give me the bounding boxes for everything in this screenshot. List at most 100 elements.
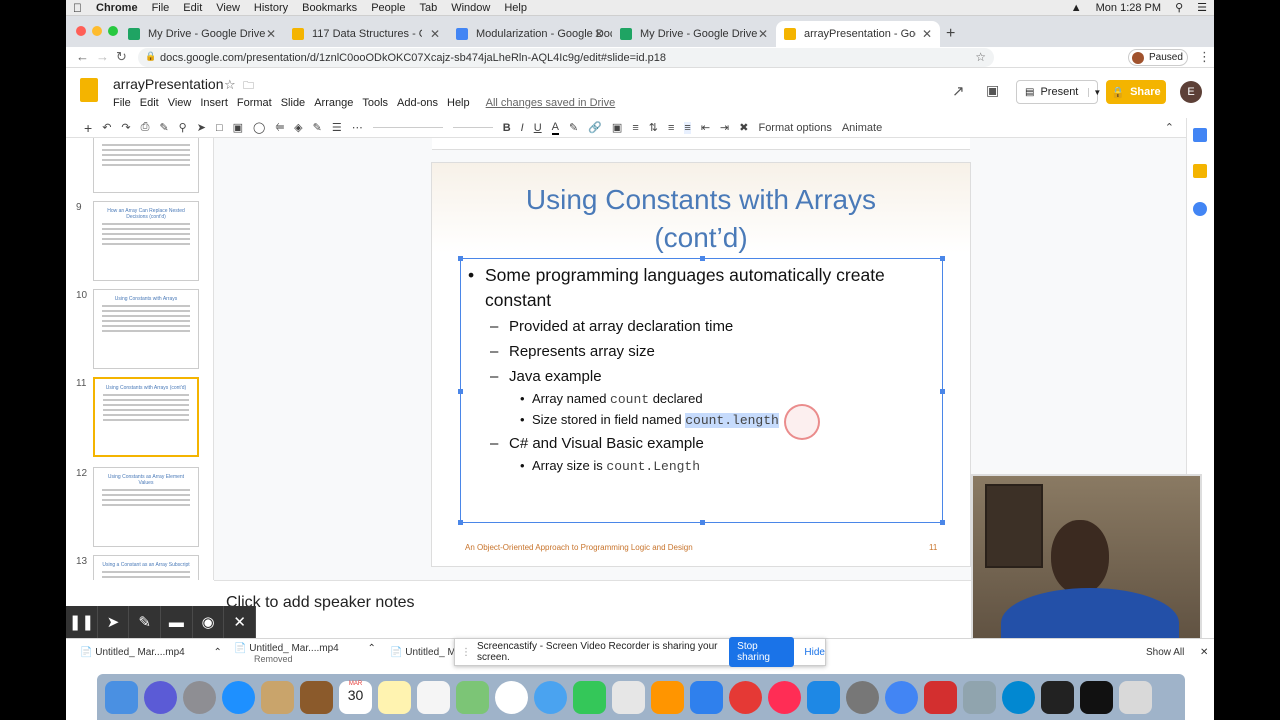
docs-menu-arrange[interactable]: Arrange — [314, 97, 353, 109]
calendar-icon[interactable]: MAR 30 — [339, 680, 372, 714]
resize-handle[interactable] — [940, 256, 945, 261]
border-color-icon[interactable]: ✎ — [313, 121, 322, 134]
resize-handle[interactable] — [940, 389, 945, 394]
insert-comment-icon[interactable]: ▣ — [612, 121, 622, 134]
close-tab-icon[interactable]: ✕ — [594, 27, 604, 41]
numbered-list-icon[interactable]: ≡ — [668, 122, 674, 134]
back-icon[interactable]: ← — [76, 49, 89, 64]
photo-app-icon[interactable] — [261, 680, 294, 714]
text-color-icon[interactable]: A — [551, 121, 559, 135]
close-tab-icon[interactable]: ✕ — [758, 27, 768, 41]
download-item[interactable]: 📄 Untitled_ Mar....mp4 ⌃ Removed — [234, 643, 376, 664]
move-folder-icon[interactable]: 🗀 — [243, 77, 254, 96]
menu-bookmarks[interactable]: Bookmarks — [302, 2, 357, 14]
bookmark-star-icon[interactable]: ☆ — [975, 50, 986, 64]
new-slide-icon[interactable]: + — [84, 120, 92, 136]
siri-icon[interactable] — [144, 680, 177, 714]
star-icon[interactable]: ☆ — [224, 77, 236, 93]
address-bar[interactable]: 🔒 docs.google.com/presentation/d/1znlC0o… — [138, 48, 994, 67]
docs-menu-file[interactable]: File — [113, 97, 131, 109]
browser-tab[interactable]: Modularization - Google Docs ✕ — [448, 21, 612, 47]
browser-tab[interactable]: My Drive - Google Drive ✕ — [120, 21, 284, 47]
docs-menu-view[interactable]: View — [168, 97, 192, 109]
eraser-icon[interactable]: ▬ — [161, 606, 193, 638]
line-icon[interactable]: ⥢ — [275, 121, 284, 134]
bulleted-list-icon[interactable]: ≡ — [684, 121, 691, 134]
window-minimize-dot[interactable] — [92, 26, 102, 36]
slide-thumbnail[interactable]: Using Constants as Array Element Values — [93, 467, 199, 547]
pause-icon[interactable]: ❚❚ — [66, 606, 98, 638]
chevron-up-icon[interactable]: ⌃ — [214, 647, 222, 658]
select-cursor-icon[interactable]: ➤ — [197, 121, 206, 134]
increase-indent-icon[interactable]: ⇥ — [720, 121, 729, 134]
save-status[interactable]: All changes saved in Drive — [486, 97, 616, 109]
notes-icon[interactable] — [378, 680, 411, 714]
cursor-tool-icon[interactable]: ➤ — [98, 606, 130, 638]
resize-handle[interactable] — [700, 520, 705, 525]
decrease-indent-icon[interactable]: ⇤ — [701, 121, 710, 134]
browser-tab[interactable]: 117 Data Structures - Google S ✕ — [284, 21, 448, 47]
download-item[interactable]: 📄 Untitled_ M — [390, 647, 456, 658]
spotlight-search-icon[interactable]: ⚲ — [1175, 1, 1183, 14]
slide-thumbnail[interactable]: Using Constants with Arrays — [93, 289, 199, 369]
bold-icon[interactable]: B — [503, 122, 511, 134]
menu-history[interactable]: History — [254, 2, 288, 14]
slide-thumbnail[interactable] — [93, 138, 199, 193]
docs-menu-slide[interactable]: Slide — [281, 97, 305, 109]
menu-help[interactable]: Help — [504, 2, 527, 14]
align-icon[interactable]: ≡ — [632, 122, 638, 134]
close-icon[interactable]: ✕ — [224, 606, 257, 638]
app-store-icon[interactable] — [807, 680, 840, 714]
underline-icon[interactable]: U — [534, 122, 542, 134]
italic-icon[interactable]: I — [521, 122, 524, 134]
activity-trend-icon[interactable]: ↗ — [952, 82, 965, 100]
close-tab-icon[interactable]: ✕ — [430, 27, 440, 41]
format-options-button[interactable]: Format options — [758, 122, 831, 134]
profile-paused-button[interactable]: Paused — [1128, 49, 1188, 66]
menu-window[interactable]: Window — [451, 2, 490, 14]
border-dash-icon[interactable]: ⋯ — [352, 121, 363, 134]
border-weight-icon[interactable]: ☰ — [332, 121, 342, 134]
launchpad-icon[interactable] — [183, 680, 216, 714]
slide-thumbnail-selected[interactable]: Using Constants with Arrays (cont'd) — [93, 377, 199, 457]
quicktime-icon[interactable] — [1002, 680, 1035, 714]
animate-button[interactable]: Animate — [842, 122, 882, 134]
messages-icon[interactable] — [534, 680, 567, 714]
zoom-icon[interactable]: ⚲ — [179, 121, 187, 134]
font-size-select[interactable] — [452, 127, 493, 128]
image-icon[interactable]: ▣ — [233, 121, 243, 134]
app-name[interactable]: Chrome — [96, 2, 138, 14]
docs-menu-addons[interactable]: Add-ons — [397, 97, 438, 109]
apple-icon[interactable]:  — [73, 1, 82, 15]
share-button[interactable]: 🔒 Share — [1106, 80, 1166, 104]
menu-view[interactable]: View — [216, 2, 240, 14]
keep-icon[interactable] — [1193, 164, 1207, 178]
maps-icon[interactable] — [456, 680, 489, 714]
undo-icon[interactable]: ↶ — [102, 121, 111, 134]
present-dropdown-icon[interactable]: ▼ — [1088, 87, 1101, 97]
tasks-icon[interactable] — [1193, 202, 1207, 216]
resize-handle[interactable] — [458, 520, 463, 525]
safari-icon[interactable] — [222, 680, 255, 714]
browser-tab[interactable]: My Drive - Google Drive ✕ — [612, 21, 776, 47]
redo-icon[interactable]: ↷ — [121, 121, 130, 134]
print-icon[interactable]: ⎙ — [141, 121, 150, 134]
comments-icon[interactable]: ▣ — [986, 82, 999, 99]
link-icon[interactable]: 🔗 — [588, 121, 602, 134]
font-family-select[interactable] — [372, 127, 443, 128]
hide-button[interactable]: Hide — [804, 647, 825, 658]
reminders-icon[interactable] — [417, 680, 450, 714]
calendar-icon[interactable] — [1193, 128, 1207, 142]
chrome-icon[interactable] — [885, 680, 918, 714]
contacts-icon[interactable] — [300, 680, 333, 714]
music-icon[interactable] — [768, 680, 801, 714]
facetime-icon[interactable] — [573, 680, 606, 714]
photos-icon[interactable] — [495, 680, 528, 714]
menu-tab[interactable]: Tab — [419, 2, 437, 14]
docs-menu-tools[interactable]: Tools — [362, 97, 388, 109]
browser-tab-active[interactable]: arrayPresentation - Google Sli ✕ — [776, 21, 940, 47]
slide-thumbnail[interactable]: How an Array Can Replace Nested Decision… — [93, 201, 199, 281]
pen-tool-icon[interactable]: ✎ — [129, 606, 162, 638]
slide-canvas[interactable]: Using Constants with Arrays (cont’d) • S… — [432, 163, 970, 566]
shape-icon[interactable]: ◯ — [253, 121, 265, 134]
